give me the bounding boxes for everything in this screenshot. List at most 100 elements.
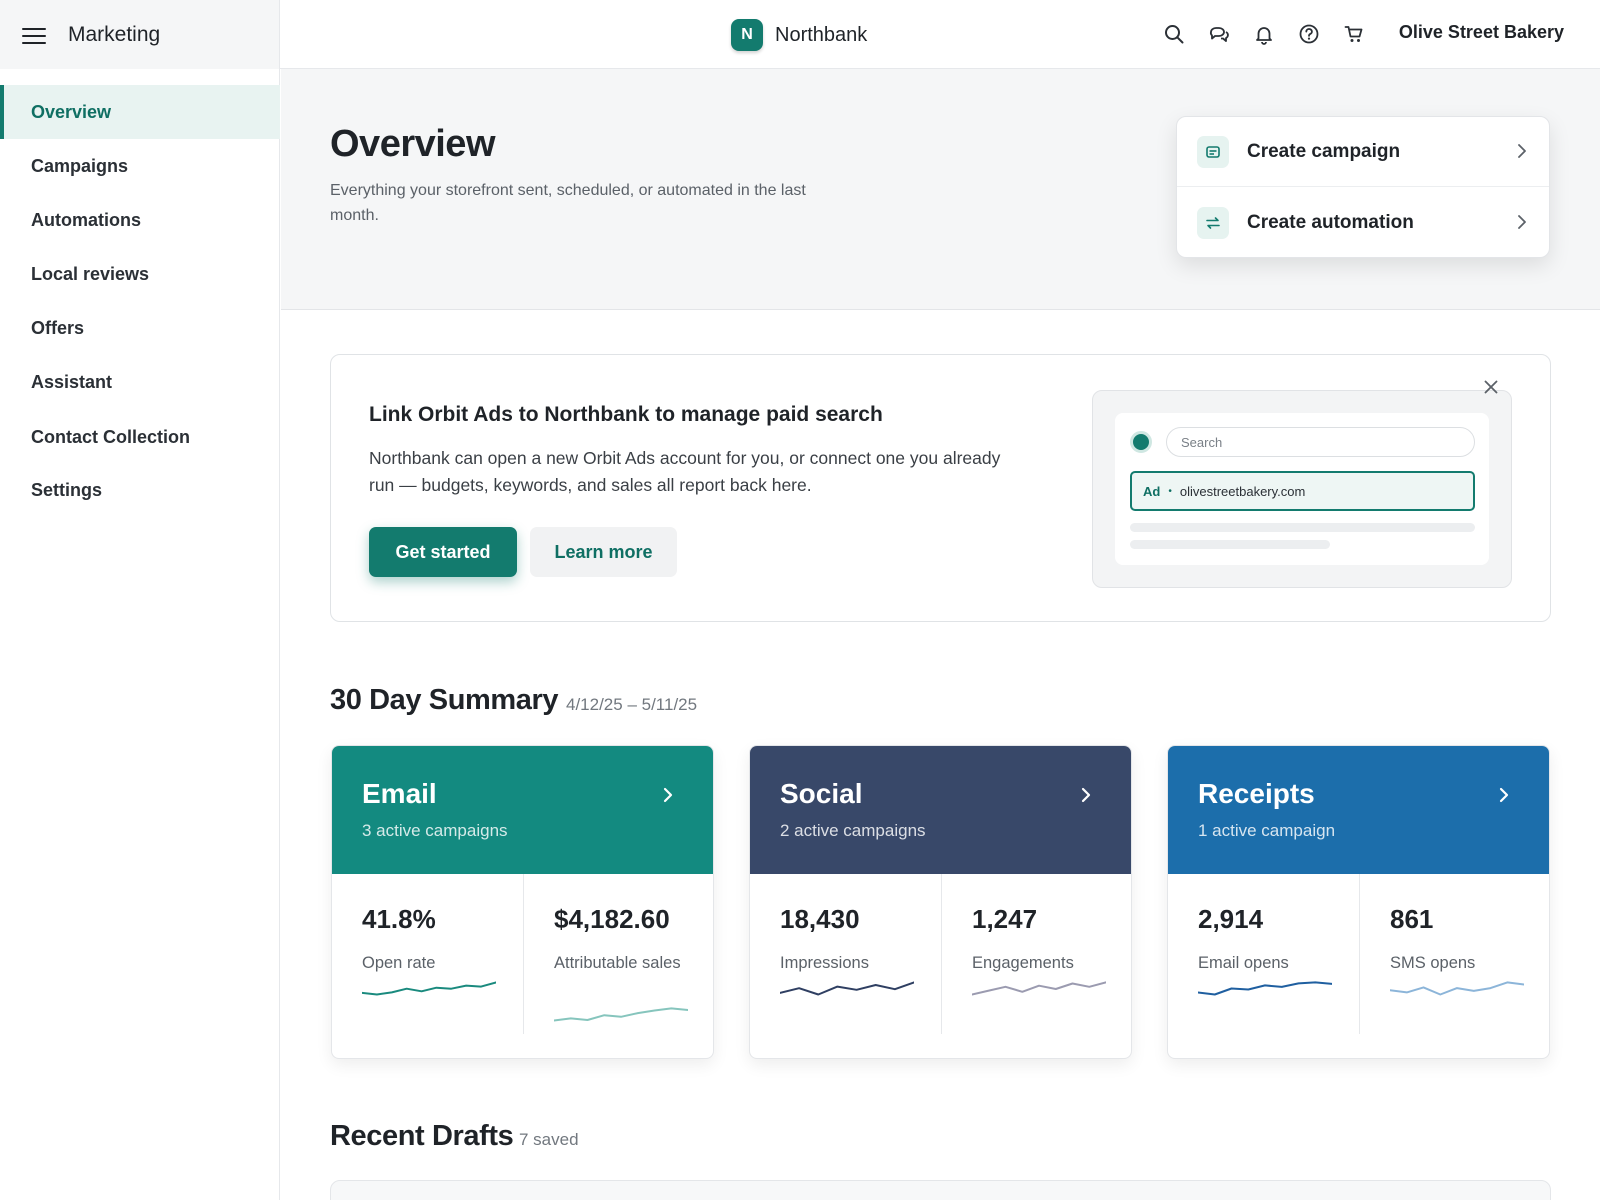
- summary-card-title: Social: [780, 778, 863, 809]
- preview-placeholder-line: [1130, 523, 1475, 532]
- sidebar-item-automations[interactable]: Automations: [0, 193, 280, 247]
- metric-value: 2,914: [1198, 904, 1264, 934]
- summary-card-subtitle: 3 active campaigns: [362, 821, 508, 840]
- sparkline-path: [1198, 981, 1332, 996]
- summary-card-subtitle: 1 active campaign: [1198, 821, 1336, 840]
- sparkline: [554, 1007, 688, 1022]
- preview-placeholder-line: [1130, 540, 1330, 549]
- ad-separator: •: [1168, 485, 1172, 497]
- search-icon[interactable]: [1160, 20, 1188, 48]
- sparkline: [1390, 981, 1524, 996]
- sidebar-item-assistant[interactable]: Assistant: [0, 355, 280, 409]
- summary-date-range: 4/12/25 – 5/11/25: [566, 695, 698, 714]
- metric-value: 1,247: [972, 904, 1038, 934]
- metric-attributable-sales: $4,182.60 Attributable sales: [524, 874, 713, 1058]
- metric-email-opens: 2,914 Email opens: [1168, 874, 1359, 1058]
- metric-label: Attributable sales: [554, 954, 681, 972]
- promo-body: Northbank can open a new Orbit Ads accou…: [369, 448, 1001, 495]
- sparkline-path: [972, 981, 1106, 996]
- chevron-right-icon: [662, 786, 674, 809]
- top-bar: Marketing N Northbank Olive Street Baker…: [0, 0, 1600, 69]
- cart-icon[interactable]: [1340, 20, 1368, 48]
- help-icon[interactable]: [1295, 20, 1323, 48]
- sparkline-path: [780, 981, 914, 996]
- sparkline-path: [554, 1007, 688, 1022]
- create-campaign-button[interactable]: Create campaign: [1177, 117, 1549, 187]
- metric-open-rate: 41.8% Open rate: [332, 874, 523, 1058]
- metric-label: Impressions: [780, 954, 869, 972]
- sidebar-item-overview[interactable]: Overview: [0, 85, 280, 139]
- merchant-name[interactable]: Olive Street Bakery: [1399, 22, 1564, 43]
- metric-value: 41.8%: [362, 904, 436, 934]
- metric-label: SMS opens: [1390, 954, 1476, 972]
- sidebar-item-offers[interactable]: Offers: [0, 301, 280, 355]
- app-name: Marketing: [68, 22, 161, 46]
- sidebar-item-contact-collection[interactable]: Contact Collection: [0, 410, 280, 464]
- sparkline: [362, 981, 496, 996]
- metric-label: Open rate: [362, 954, 436, 972]
- toolbar-icons: [1160, 20, 1385, 48]
- sidebar-item-campaigns[interactable]: Campaigns: [0, 139, 280, 193]
- create-automation-button[interactable]: Create automation: [1177, 188, 1549, 258]
- page-title: Overview: [330, 123, 496, 165]
- menu-icon[interactable]: [22, 25, 48, 45]
- create-campaign-label: Create campaign: [1247, 140, 1401, 162]
- sparkline: [780, 981, 914, 996]
- get-started-button[interactable]: Get started: [369, 527, 517, 577]
- sidebar-item-local-reviews[interactable]: Local reviews: [0, 247, 280, 301]
- metric-label: Email opens: [1198, 954, 1289, 972]
- sparkline-path: [362, 981, 496, 996]
- chevron-right-icon: [1498, 786, 1510, 809]
- brand[interactable]: N Northbank: [731, 19, 867, 51]
- summary-card-header[interactable]: Social 2 active campaigns: [750, 746, 1131, 874]
- brand-logo-icon: N: [731, 19, 763, 51]
- quick-actions-card: Create campaign Create automation: [1176, 116, 1550, 258]
- chat-icon[interactable]: [1205, 20, 1233, 48]
- summary-card-title: Receipts: [1198, 778, 1315, 809]
- bell-icon[interactable]: [1250, 20, 1278, 48]
- search-ad-preview: Search Ad • olivestreetbakery.com: [1092, 390, 1512, 588]
- metric-value: $4,182.60: [554, 904, 670, 934]
- chevron-right-icon: [1517, 143, 1527, 164]
- automation-icon: [1197, 207, 1229, 239]
- summary-card-header[interactable]: Email 3 active campaigns: [332, 746, 713, 874]
- app-switcher: Marketing: [0, 0, 280, 69]
- drafts-count: 7 saved: [519, 1130, 579, 1149]
- page-subtitle: Everything your storefront sent, schedul…: [330, 182, 806, 224]
- preview-window: Search Ad • olivestreetbakery.com: [1115, 413, 1489, 565]
- preview-search-bar: Search: [1166, 427, 1475, 457]
- metric-value: 861: [1390, 904, 1434, 934]
- orbit-ads-promo-card: Link Orbit Ads to Northbank to manage pa…: [330, 354, 1551, 622]
- summary-title: 30 Day Summary: [330, 684, 559, 716]
- sparkline: [972, 981, 1106, 996]
- summary-card-social: Social 2 active campaigns 18,430 Impress…: [749, 745, 1132, 1059]
- chevron-right-icon: [1517, 214, 1527, 235]
- brand-name: Northbank: [775, 23, 868, 46]
- metric-impressions: 18,430 Impressions: [750, 874, 941, 1058]
- summary-card-receipts: Receipts 1 active campaign 2,914 Email o…: [1167, 745, 1550, 1059]
- preview-avatar: [1130, 431, 1152, 453]
- learn-more-button[interactable]: Learn more: [530, 527, 677, 577]
- summary-card-header[interactable]: Receipts 1 active campaign: [1168, 746, 1549, 874]
- summary-card-title: Email: [362, 778, 437, 809]
- chevron-right-icon: [1080, 786, 1092, 809]
- create-automation-label: Create automation: [1247, 212, 1414, 233]
- sparkline-path: [1390, 981, 1524, 996]
- metric-engagements: 1,247 Engagements: [942, 874, 1131, 1058]
- drafts-list: [330, 1180, 1551, 1200]
- metric-sms-opens: 861 SMS opens: [1360, 874, 1549, 1058]
- ad-tag: Ad: [1143, 483, 1161, 499]
- metric-label: Engagements: [972, 954, 1074, 972]
- summary-card-subtitle: 2 active campaigns: [780, 821, 926, 840]
- summary-card-email: Email 3 active campaigns 41.8% Open rate…: [331, 745, 714, 1059]
- metric-value: 18,430: [780, 904, 860, 934]
- close-icon[interactable]: [1479, 375, 1503, 399]
- sidebar: Overview Campaigns Automations Local rev…: [0, 69, 280, 1200]
- preview-ad-result: Ad • olivestreetbakery.com: [1130, 471, 1475, 511]
- promo-title: Link Orbit Ads to Northbank to manage pa…: [369, 403, 883, 426]
- sparkline: [1198, 981, 1332, 996]
- sidebar-item-settings[interactable]: Settings: [0, 463, 280, 517]
- ad-url: olivestreetbakery.com: [1179, 483, 1306, 499]
- campaign-icon: [1197, 135, 1229, 168]
- drafts-title: Recent Drafts: [330, 1120, 514, 1152]
